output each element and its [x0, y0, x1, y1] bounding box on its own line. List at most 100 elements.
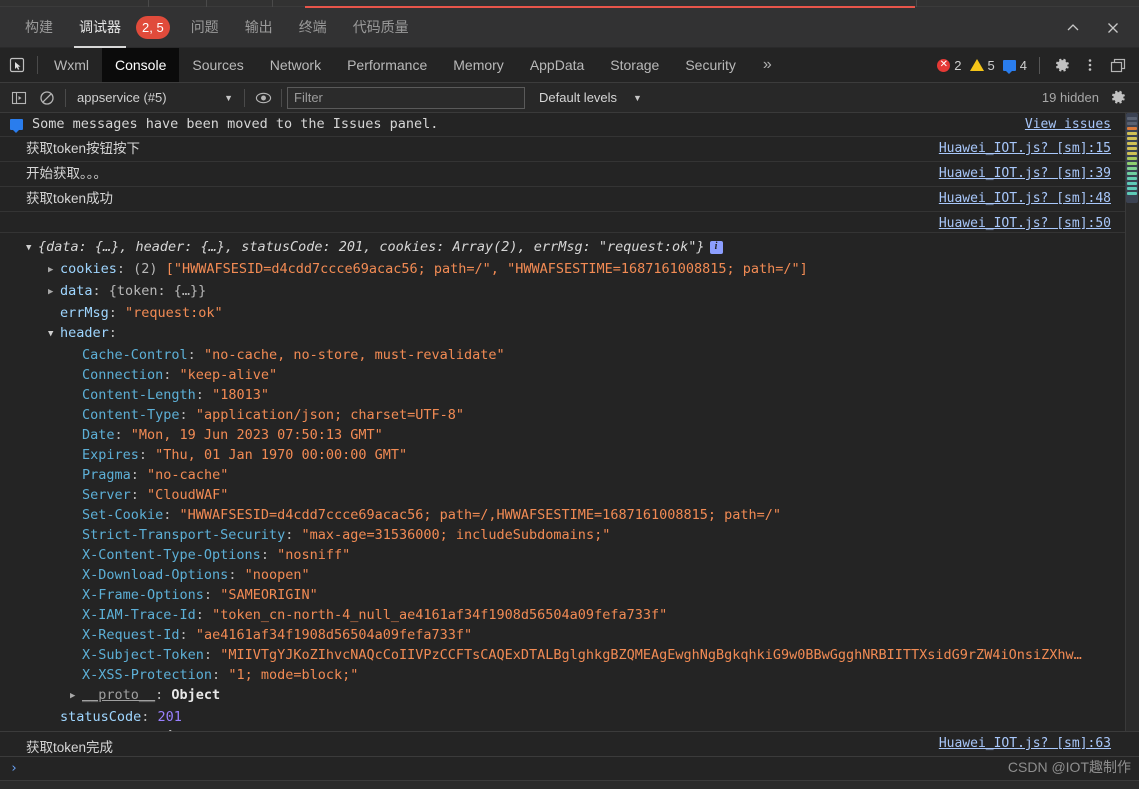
property-colon: : — [179, 627, 196, 643]
property-colon: : — [195, 387, 213, 403]
collapsed-arrow-icon[interactable]: ▶ — [70, 686, 80, 706]
header-property-row: Connection: "keep-alive" — [0, 365, 1139, 385]
console-output[interactable]: Some messages have been moved to the Iss… — [0, 113, 1139, 731]
property-value: "SAMEORIGIN" — [220, 587, 318, 603]
ide-tab-build[interactable]: 构建 — [12, 7, 66, 48]
execution-context-selector[interactable]: appservice (#5) ▼ — [71, 87, 239, 109]
expanded-arrow-icon[interactable]: ▼ — [48, 324, 58, 344]
tab-network[interactable]: Network — [257, 48, 334, 82]
tab-label: Network — [269, 57, 322, 73]
header-property-row: Content-Type: "application/json; charset… — [0, 405, 1139, 425]
expanded-arrow-icon[interactable]: ▼ — [26, 238, 36, 258]
ide-tab-code-quality[interactable]: 代码质量 — [340, 7, 422, 48]
header-property-row: Set-Cookie: "HWWAFSESID=d4cdd7ccce69acac… — [0, 505, 1139, 525]
object-log-source-row: Huawei_IOT.js? [sm]:50 — [0, 212, 1139, 233]
property-value: "application/json; charset=UTF-8" — [195, 407, 465, 423]
execution-context-label: appservice (#5) — [77, 90, 167, 105]
console-prompt-row[interactable]: › CSDN @IOT趣制作 — [0, 757, 1139, 781]
live-expression-icon[interactable] — [250, 86, 276, 110]
collapsed-arrow-icon[interactable]: ▶ — [48, 260, 58, 280]
tab-label: Memory — [453, 57, 504, 73]
property-value: Object — [171, 687, 221, 703]
view-issues-link[interactable]: View issues — [1025, 116, 1111, 133]
object-property-header[interactable]: ▼ header: — [0, 323, 1139, 345]
log-message-text: 获取token完成 — [26, 740, 114, 755]
ide-tab-label: 输出 — [244, 18, 273, 35]
log-level-label: Default levels — [539, 90, 618, 105]
header-proto-row[interactable]: ▶ __proto__: Object — [0, 685, 1139, 707]
clear-console-icon[interactable] — [34, 86, 60, 110]
collapsed-arrow-icon[interactable]: ▶ — [48, 282, 58, 302]
tab-storage[interactable]: Storage — [597, 48, 672, 82]
warning-counter[interactable]: 5 — [967, 58, 998, 73]
tab-memory[interactable]: Memory — [440, 48, 517, 82]
property-key: Pragma — [82, 467, 131, 483]
collapse-icon[interactable] — [1057, 13, 1089, 43]
tab-label: Wxml — [54, 57, 89, 73]
more-tabs-icon[interactable]: » — [749, 48, 786, 82]
object-summary-row[interactable]: ▼ {data: {…}, header: {…}, statusCode: 20… — [0, 237, 1139, 259]
header-property-row: Cache-Control: "no-cache, no-store, must… — [0, 345, 1139, 365]
ide-tab-terminal[interactable]: 终端 — [286, 7, 340, 48]
scrollbar-thumb[interactable] — [1126, 113, 1138, 203]
tab-security[interactable]: Security — [672, 48, 749, 82]
tab-label: Storage — [610, 57, 660, 73]
tab-sources[interactable]: Sources — [179, 48, 256, 82]
property-colon: : — [203, 587, 221, 603]
property-key: Expires — [82, 447, 139, 463]
inspect-element-icon[interactable] — [0, 48, 34, 82]
property-value: "Mon, 19 Jun 2023 07:50:13 GMT" — [130, 427, 383, 443]
property-colon: : — [203, 647, 221, 663]
dock-panel-icon[interactable] — [1105, 52, 1131, 78]
header-property-row: X-Frame-Options: "SAMEORIGIN" — [0, 585, 1139, 605]
log-source-link[interactable]: Huawei_IOT.js? [sm]:39 — [939, 165, 1111, 182]
filter-input[interactable] — [287, 86, 525, 109]
console-scrollbar[interactable] — [1125, 113, 1139, 731]
object-summary-status: 201 — [338, 239, 364, 255]
info-message-icon — [10, 119, 23, 133]
property-colon: : — [163, 507, 180, 523]
property-key: Date — [82, 427, 115, 443]
tab-appdata[interactable]: AppData — [517, 48, 597, 82]
toolbar-divider — [65, 88, 66, 107]
tab-performance[interactable]: Performance — [334, 48, 440, 82]
ide-tab-debugger[interactable]: 调试器 — [66, 7, 134, 48]
log-source-link[interactable]: Huawei_IOT.js? [sm]:48 — [939, 190, 1111, 207]
info-badge-icon[interactable]: i — [709, 240, 723, 254]
console-sidebar-icon[interactable] — [6, 86, 32, 110]
console-toolbar: appservice (#5) ▼ Default levels ▼ 19 hi… — [0, 83, 1139, 113]
tab-console[interactable]: Console — [102, 48, 180, 82]
error-counter[interactable]: ✕ 2 — [934, 58, 964, 73]
header-property-row: Server: "CloudWAF" — [0, 485, 1139, 505]
ide-tab-output[interactable]: 输出 — [232, 7, 286, 48]
ide-tab-label: 问题 — [190, 18, 219, 35]
property-value: "keep-alive" — [179, 367, 278, 383]
final-log-row: 获取token完成 Huawei_IOT.js? [sm]:63 — [0, 731, 1139, 757]
tab-wxml[interactable]: Wxml — [41, 48, 102, 82]
object-property-data[interactable]: ▶ data: {token: {…}} — [0, 281, 1139, 303]
log-level-selector[interactable]: Default levels ▼ — [539, 90, 642, 105]
kebab-menu-icon[interactable] — [1077, 52, 1103, 78]
property-key: X-Subject-Token — [82, 647, 204, 663]
header-property-row: Content-Length: "18013" — [0, 385, 1139, 405]
header-property-row: X-Subject-Token: "MIIVTgYJKoZIhvcNAQcCoI… — [0, 645, 1139, 665]
property-key: data — [60, 283, 93, 299]
object-property-cookies[interactable]: ▶ cookies: (2) ["HWWAFSESID=d4cdd7ccce69a… — [0, 259, 1139, 281]
log-message-text: 获取token成功 — [26, 191, 114, 206]
property-value: "18013" — [212, 387, 269, 403]
gear-icon[interactable] — [1049, 52, 1075, 78]
object-summary-prefix: {data: {…}, header: {…}, statusCode: — [38, 239, 339, 255]
status-divider — [1039, 56, 1040, 74]
warning-count: 5 — [987, 57, 995, 73]
close-icon[interactable] — [1097, 13, 1129, 43]
toolbar-divider — [37, 56, 38, 74]
object-source-link[interactable]: Huawei_IOT.js? [sm]:50 — [939, 215, 1111, 232]
ide-tab-problems[interactable]: 问题 — [178, 7, 232, 48]
info-counter[interactable]: 4 — [1000, 58, 1030, 74]
log-source-link[interactable]: Huawei_IOT.js? [sm]:15 — [939, 140, 1111, 157]
log-source-link[interactable]: Huawei_IOT.js? [sm]:63 — [939, 736, 1111, 751]
property-colon: : — [228, 567, 245, 583]
settings-gear-icon[interactable] — [1105, 85, 1131, 111]
console-toolbar-right: 19 hidden — [1042, 85, 1133, 111]
property-key: X-Frame-Options — [82, 587, 204, 603]
